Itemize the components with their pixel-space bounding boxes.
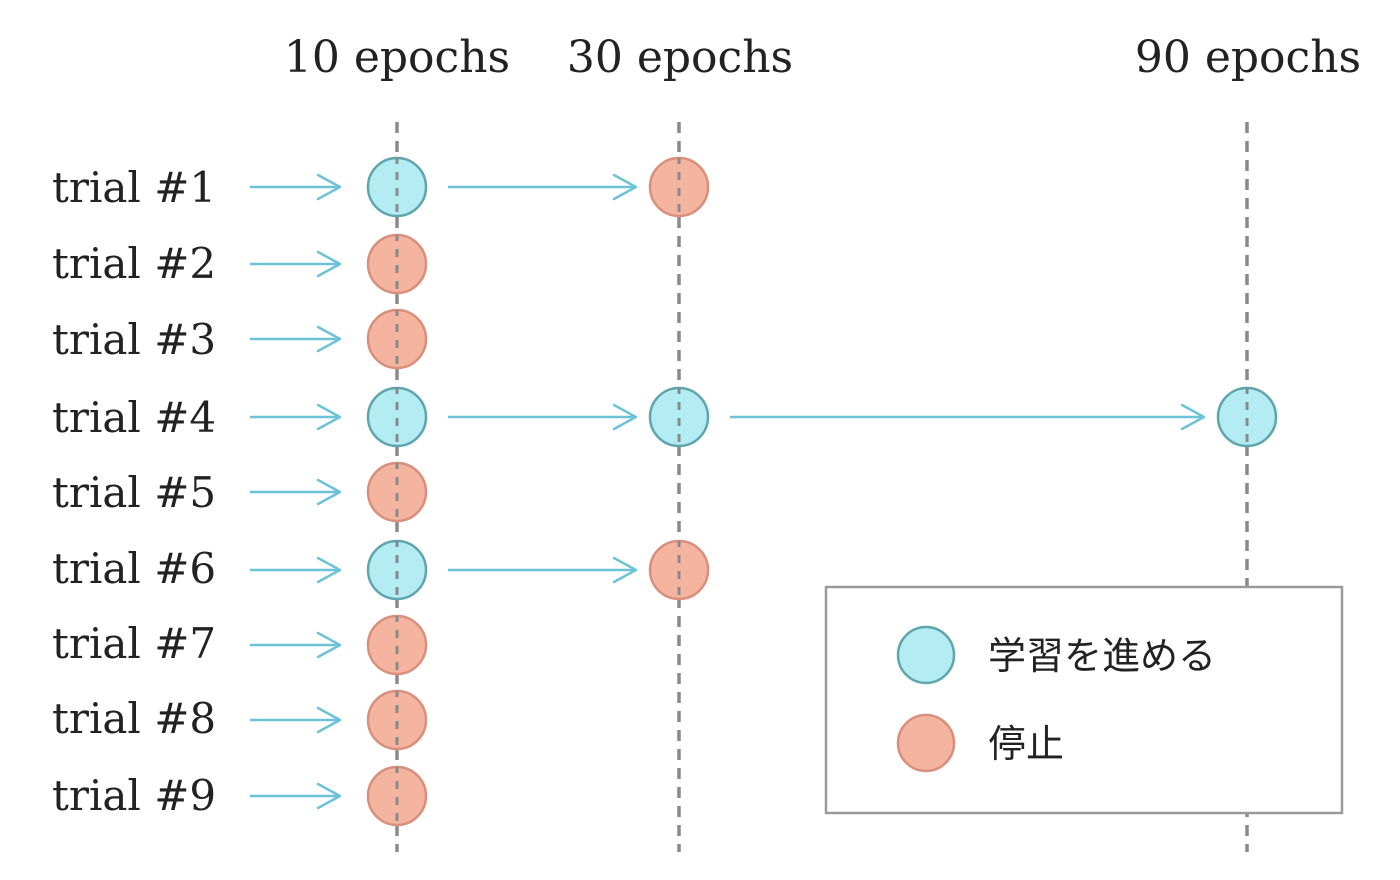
trial-label-9: trial #9 xyxy=(52,771,216,820)
epoch-label-90: 90 epochs xyxy=(1135,32,1361,83)
trial-8-entry-arrow xyxy=(250,706,342,734)
trial-7-entry-arrow xyxy=(250,631,342,659)
trial-label-5: trial #5 xyxy=(52,468,216,517)
trial-label-2: trial #2 xyxy=(52,239,216,288)
trial-5-entry-arrow xyxy=(250,478,342,506)
trial-label-6: trial #6 xyxy=(52,544,216,593)
legend-box xyxy=(824,585,1344,815)
epoch-label-10: 10 epochs xyxy=(284,32,510,83)
trial-1-advance-arrow-1 xyxy=(448,173,638,201)
legend-stop-icon xyxy=(896,713,956,773)
trial-4-entry-arrow xyxy=(250,403,342,431)
trial-4-advance-arrow-2 xyxy=(730,403,1206,431)
trial-9-entry-arrow xyxy=(250,782,342,810)
legend-continue-label: 学習を進める xyxy=(988,634,1216,678)
trial-label-7: trial #7 xyxy=(52,619,216,668)
trial-6-entry-arrow xyxy=(250,556,342,584)
diagram-stage: 10 epochs 30 epochs 90 epochs trial #1 t… xyxy=(0,0,1400,880)
epoch-label-30: 30 epochs xyxy=(567,32,793,83)
trial-2-entry-arrow xyxy=(250,250,342,278)
successive-halving-diagram: 10 epochs 30 epochs 90 epochs trial #1 t… xyxy=(52,32,1361,852)
legend-stop-label: 停止 xyxy=(988,722,1064,766)
trial-label-4: trial #4 xyxy=(52,393,216,442)
trial-label-3: trial #3 xyxy=(52,315,216,364)
epoch-labels: 10 epochs 30 epochs 90 epochs xyxy=(284,32,1361,83)
trial-label-8: trial #8 xyxy=(52,694,216,743)
legend: 学習を進める 停止 xyxy=(824,585,1344,815)
trial-6-advance-arrow-1 xyxy=(448,556,638,584)
trial-1-entry-arrow xyxy=(250,173,342,201)
legend-continue-icon xyxy=(896,625,956,685)
trial-label-1: trial #1 xyxy=(52,163,216,212)
trial-labels: trial #1 trial #2 trial #3 trial #4 tria… xyxy=(52,163,216,820)
trial-3-entry-arrow xyxy=(250,325,342,353)
trial-4-advance-arrow-1 xyxy=(448,403,638,431)
